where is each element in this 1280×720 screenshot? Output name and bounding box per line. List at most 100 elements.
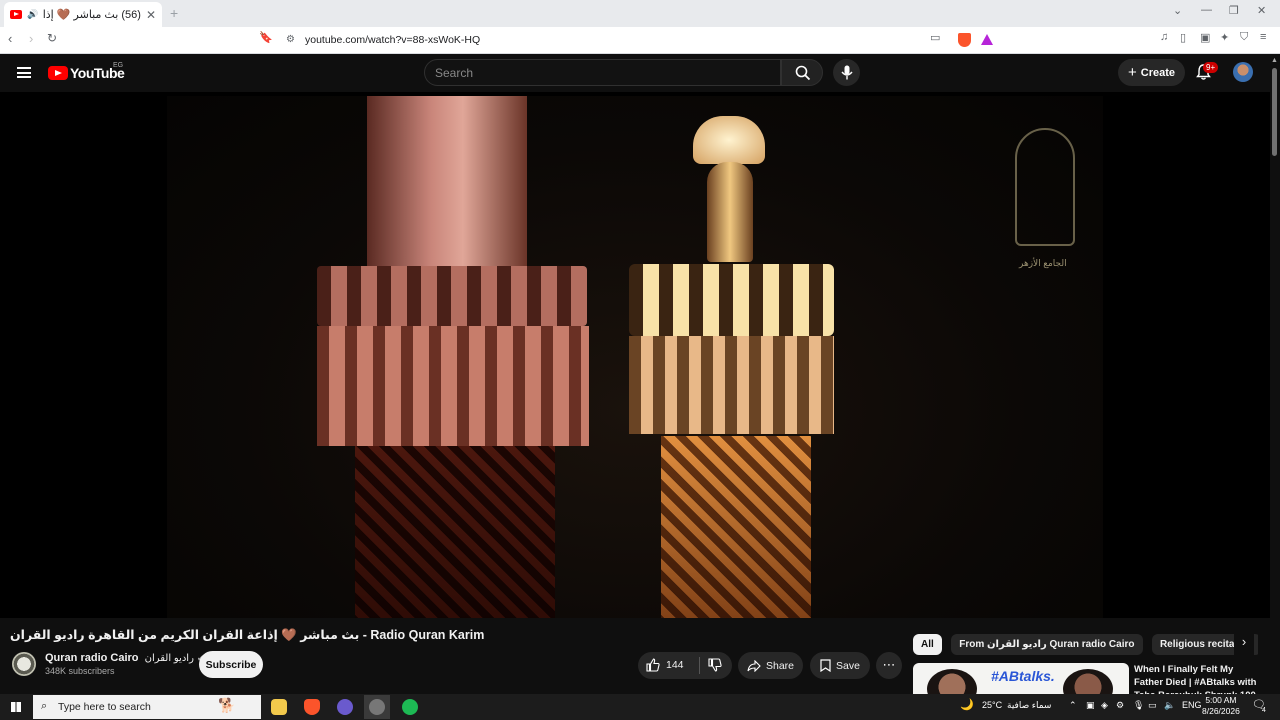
country-code: EG [113,62,124,69]
channel-name[interactable]: Quran radio Cairo راديو القران ✔ [45,652,205,664]
weather-temperature[interactable]: 25°C [982,700,1002,710]
channel-name-ar[interactable]: راديو القران [145,653,194,664]
thumbnail-person-image [1063,669,1113,695]
search-icon [795,65,811,81]
more-actions-button[interactable]: ⋯ [876,652,902,679]
youtube-logo-icon[interactable] [48,66,68,80]
voice-search-button[interactable] [833,59,860,86]
like-divider [699,657,700,674]
search-input[interactable]: Search [424,59,781,86]
windows-taskbar: Type here to search ⌕ 🐕 🌙 25°C سماء صافي… [0,694,1280,720]
search-highlight-dog-icon: 🐕 [218,697,236,713]
tray-overflow-icon[interactable]: ⌃ [1069,700,1077,711]
volume-icon[interactable]: 🔈 [1164,700,1175,711]
input-language[interactable]: ENG [1182,700,1202,710]
media-icon[interactable]: ♫ [1160,31,1168,43]
channel-avatar[interactable] [12,652,36,676]
like-button[interactable]: 144 [646,658,684,672]
subscribe-button[interactable]: Subscribe [199,651,263,678]
address-bar-row: ‹ › ↻ 🔖 ⚙ youtube.com/watch?v=88-xsWoK-H… [0,27,1280,54]
channel-name-en[interactable]: Quran radio Cairo [45,652,139,664]
back-icon[interactable]: ‹ [8,31,12,46]
youtube-favicon-icon [10,10,22,19]
brave-shields-icon[interactable] [958,33,971,47]
dislike-button[interactable] [708,658,722,677]
video-title: بث مباشر 🤎 إذاعة القران الكريم من القاهر… [10,628,485,642]
page-scrollbar[interactable] [1270,54,1280,694]
cast-icon[interactable]: ▭ [930,31,940,44]
windows-start-icon[interactable] [11,702,21,712]
system-clock[interactable]: 5:00 AM 8/26/2026 [1202,695,1240,717]
recommended-video-thumbnail[interactable]: #ABtalks. [913,663,1129,695]
guide-menu-icon[interactable] [17,67,31,78]
tray-app-icon[interactable]: ▣ [1086,700,1095,711]
like-count: 144 [666,659,684,671]
share-icon [747,659,761,672]
messenger-icon[interactable] [337,699,353,715]
notification-center-count: 4 [1262,707,1266,714]
weather-condition[interactable]: سماء صافية [1007,700,1051,711]
tray-app-icon[interactable]: ◈ [1101,700,1108,711]
thumbs-up-icon [646,658,660,672]
notification-count-badge: 9+ [1203,62,1219,73]
clock-date: 8/26/2026 [1202,706,1240,716]
share-button[interactable]: Share [738,652,803,679]
new-tab-button[interactable]: + [170,5,178,21]
minaret-image [317,266,587,326]
thumbnail-person-image [927,669,977,695]
taskbar-search-icon: ⌕ [41,700,48,712]
brave-rewards-icon[interactable] [981,34,993,45]
browser-tab-youtube[interactable]: 🔊 (56) بث مباشر 🤎 إذاعة القران ✕ [4,2,162,27]
chip-all[interactable]: All [913,634,942,655]
brave-browser-icon[interactable] [304,699,320,715]
minaret-image [317,326,589,446]
weather-moon-icon[interactable]: 🌙 [960,698,974,711]
like-dislike-group: 144 [638,652,732,679]
vpn-icon[interactable]: ⛉ [1240,31,1248,44]
scroll-up-arrow-icon[interactable]: ▲ [1271,57,1278,64]
minaret-image [693,116,765,164]
reload-icon[interactable]: ↻ [47,31,57,45]
video-frame[interactable]: الجامع الأزهر [167,96,1103,618]
account-avatar[interactable] [1233,62,1253,82]
create-button[interactable]: + Create [1118,59,1185,86]
menu-icon[interactable]: ≡ [1260,31,1266,43]
spotify-icon[interactable] [402,699,418,715]
audio-playing-icon[interactable]: 🔊 [27,9,38,20]
plus-icon: + [1127,64,1137,81]
url-text[interactable]: youtube.com/watch?v=88-xsWoK-HQ [305,34,480,46]
thumbs-down-icon [708,658,722,672]
save-button[interactable]: Save [810,652,870,679]
maximize-button[interactable]: ❐ [1229,4,1239,17]
microphone-tray-icon[interactable]: 🎙 [1133,700,1144,711]
chips-next-chevron-icon[interactable]: › [1234,634,1254,655]
browser-chrome: 🔊 (56) بث مباشر 🤎 إذاعة القران ✕ + ⌄ — ❐… [0,0,1280,54]
file-explorer-icon[interactable] [271,699,287,715]
minimize-button[interactable]: — [1201,4,1212,16]
create-label: Create [1140,66,1175,79]
wallet-icon[interactable]: ▣ [1200,31,1210,44]
microphone-icon [841,65,853,80]
close-window-button[interactable]: ✕ [1257,4,1266,17]
chip-from-channel[interactable]: From راديو القران Quran radio Cairo [951,634,1143,655]
tab-close-icon[interactable]: ✕ [146,8,156,22]
search-button[interactable] [781,59,823,86]
tab-search-icon[interactable]: ⌄ [1173,4,1182,17]
sidebar-toggle-icon[interactable]: ▯ [1180,31,1186,44]
share-label: Share [765,659,795,672]
site-info-icon[interactable]: ⚙ [286,34,295,45]
bookmark-save-icon [820,659,831,672]
save-label: Save [836,659,860,672]
minaret-image [629,336,834,434]
network-icon[interactable]: ▭ [1148,700,1157,711]
obs-studio-icon[interactable] [369,699,385,715]
recommended-video-title[interactable]: When I Finally Felt My Father Died | #AB… [1134,663,1264,694]
tray-app-icon[interactable]: ⚙ [1116,700,1124,711]
leo-ai-icon[interactable]: ✦ [1220,31,1229,44]
scrollbar-thumb[interactable] [1272,68,1277,156]
bookmark-icon[interactable]: 🔖 [259,31,273,44]
video-player[interactable]: الجامع الأزهر [0,92,1270,618]
youtube-header: YouTube EG Search + Create [0,54,1270,92]
minaret-image [629,264,834,336]
forward-icon[interactable]: › [29,31,33,46]
